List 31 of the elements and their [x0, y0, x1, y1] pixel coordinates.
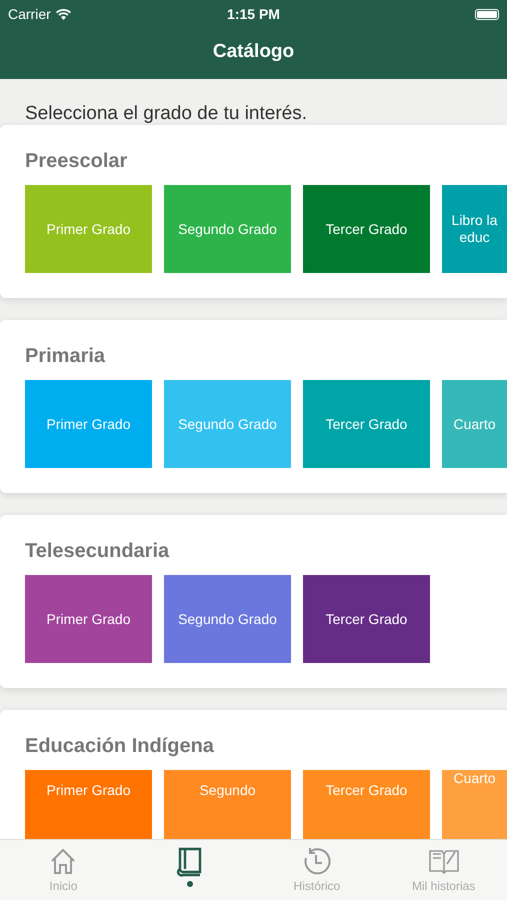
tab-item[interactable]: Mil historias	[380, 840, 507, 900]
section-title: Telesecundaria	[25, 540, 170, 563]
tab-item[interactable]: Inicio	[0, 840, 127, 900]
selected-dot	[187, 881, 194, 887]
tab-item[interactable]: Histórico	[254, 840, 380, 900]
grade-tile[interactable]: Libro la educ	[442, 185, 507, 273]
status-time: 1:15 PM	[227, 6, 280, 22]
wifi-icon	[56, 8, 71, 20]
grade-tile[interactable]: Cuarto	[442, 770, 507, 839]
section-title: Preescolar	[25, 150, 128, 173]
grade-tile[interactable]: Tercer Grado	[303, 185, 430, 273]
battery-icon	[475, 8, 499, 20]
grade-tile[interactable]: Segundo Grado	[164, 185, 291, 273]
grade-tile[interactable]: Segundo Grado	[164, 380, 291, 468]
section-title: Primaria	[25, 345, 106, 368]
history-icon	[302, 846, 332, 876]
grade-tile[interactable]: Tercer Grado	[303, 380, 430, 468]
carrier-text: Carrier	[8, 6, 51, 22]
grade-tile[interactable]: Primer Grado	[25, 185, 152, 273]
section-title: Educación Indígena	[25, 735, 215, 758]
grade-tile[interactable]: Primer Grado	[25, 380, 152, 468]
grade-tile[interactable]: Tercer Grado	[303, 770, 430, 839]
grade-tile[interactable]: Cuarto	[442, 380, 507, 468]
grade-tile[interactable]: Primer Grado	[25, 575, 152, 663]
screen-title: Catálogo	[212, 40, 294, 62]
intro-text: Selecciona el grado de tu interés.	[24, 102, 308, 125]
grade-tile[interactable]: Segundo Grado	[164, 575, 291, 663]
book-icon	[177, 846, 204, 878]
grade-tile[interactable]: Segundo	[164, 770, 291, 839]
grade-tile[interactable]: Primer Grado	[25, 770, 152, 839]
grade-tile[interactable]: Tercer Grado	[303, 575, 430, 663]
